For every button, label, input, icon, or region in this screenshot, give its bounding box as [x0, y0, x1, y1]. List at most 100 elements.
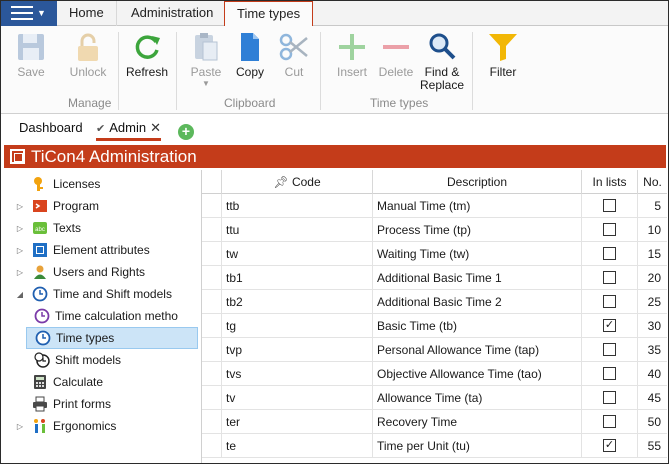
in-lists-checkbox[interactable]: [603, 295, 616, 308]
cell-no[interactable]: 30: [638, 314, 667, 338]
cell-description[interactable]: Recovery Time: [373, 410, 582, 434]
close-icon[interactable]: ✕: [150, 120, 161, 135]
tab-administration[interactable]: Administration: [119, 0, 227, 26]
row-selector[interactable]: [202, 218, 222, 242]
paste-button[interactable]: Paste ▼: [186, 30, 226, 108]
in-lists-checkbox[interactable]: [603, 223, 616, 236]
in-lists-checkbox-checked[interactable]: ✓: [603, 319, 616, 332]
cell-no[interactable]: 5: [638, 194, 667, 218]
tree-item-time-calculation-metho[interactable]: Time calculation metho: [34, 305, 194, 327]
tab-home[interactable]: Home: [57, 0, 117, 26]
cell-description[interactable]: Personal Allowance Time (tap): [373, 338, 582, 362]
column-header-description[interactable]: Description: [373, 170, 582, 194]
cell-code[interactable]: ttb: [222, 194, 373, 218]
table-row[interactable]: tvs Objective Allowance Time (tao) 40: [202, 362, 667, 386]
app-menu-button[interactable]: ▼: [0, 0, 57, 26]
in-lists-checkbox[interactable]: [603, 247, 616, 260]
cell-no[interactable]: 35: [638, 338, 667, 362]
cell-code[interactable]: te: [222, 434, 373, 458]
row-selector[interactable]: [202, 290, 222, 314]
insert-button[interactable]: Insert: [333, 30, 371, 108]
in-lists-checkbox[interactable]: [603, 367, 616, 380]
cell-code[interactable]: tv: [222, 386, 373, 410]
collapse-icon[interactable]: ◢: [14, 290, 26, 299]
expand-icon[interactable]: ▷: [14, 202, 26, 211]
cell-description[interactable]: Additional Basic Time 1: [373, 266, 582, 290]
add-tab-icon[interactable]: +: [178, 124, 194, 140]
tab-admin[interactable]: ✔ Admin ✕: [96, 120, 161, 141]
tree-item-shift-models[interactable]: Shift models: [34, 349, 194, 371]
tree-item-program[interactable]: ▷ Program: [14, 195, 194, 217]
tree-item-users-and-rights[interactable]: ▷ Users and Rights: [14, 261, 194, 283]
tab-dashboard[interactable]: Dashboard: [19, 120, 83, 135]
cell-description[interactable]: Objective Allowance Time (tao): [373, 362, 582, 386]
in-lists-checkbox[interactable]: [603, 271, 616, 284]
cut-button[interactable]: Cut: [276, 30, 312, 108]
tree-item-licenses[interactable]: Licenses: [14, 173, 194, 195]
cell-code[interactable]: tw: [222, 242, 373, 266]
cell-no[interactable]: 15: [638, 242, 667, 266]
cell-code[interactable]: tvs: [222, 362, 373, 386]
cell-code[interactable]: tb2: [222, 290, 373, 314]
table-row[interactable]: tw Waiting Time (tw) 15: [202, 242, 667, 266]
in-lists-checkbox[interactable]: [603, 391, 616, 404]
expand-icon[interactable]: ▷: [14, 422, 26, 431]
cell-code[interactable]: tvp: [222, 338, 373, 362]
tree-item-print-forms[interactable]: Print forms: [14, 393, 194, 415]
row-selector[interactable]: [202, 338, 222, 362]
filter-button[interactable]: Filter: [484, 30, 522, 108]
expand-icon[interactable]: ▷: [14, 224, 26, 233]
cell-no[interactable]: 25: [638, 290, 667, 314]
cell-no[interactable]: 20: [638, 266, 667, 290]
cell-description[interactable]: Waiting Time (tw): [373, 242, 582, 266]
cell-no[interactable]: 10: [638, 218, 667, 242]
cell-code[interactable]: tg: [222, 314, 373, 338]
tree-item-calculate[interactable]: Calculate: [14, 371, 194, 393]
table-row[interactable]: tb1 Additional Basic Time 1 20: [202, 266, 667, 290]
table-row[interactable]: tb2 Additional Basic Time 2 25: [202, 290, 667, 314]
cell-description[interactable]: Allowance Time (ta): [373, 386, 582, 410]
table-row[interactable]: te Time per Unit (tu) ✓ 55: [202, 434, 667, 458]
save-button[interactable]: Save: [12, 30, 50, 108]
cell-no[interactable]: 50: [638, 410, 667, 434]
cell-code[interactable]: ttu: [222, 218, 373, 242]
tree-item-texts[interactable]: ▷ abc Texts: [14, 217, 194, 239]
cell-code[interactable]: tb1: [222, 266, 373, 290]
refresh-button[interactable]: Refresh: [124, 30, 170, 108]
row-selector[interactable]: [202, 242, 222, 266]
in-lists-checkbox[interactable]: [603, 343, 616, 356]
in-lists-checkbox[interactable]: [603, 415, 616, 428]
cell-description[interactable]: Additional Basic Time 2: [373, 290, 582, 314]
table-row[interactable]: ttb Manual Time (tm) 5: [202, 194, 667, 218]
tree-item-time-types[interactable]: Time types: [26, 327, 198, 349]
tree-item-element-attributes[interactable]: ▷ Element attributes: [14, 239, 194, 261]
expand-icon[interactable]: ▷: [14, 268, 26, 277]
row-selector[interactable]: [202, 386, 222, 410]
cell-no[interactable]: 45: [638, 386, 667, 410]
tree-item-ergonomics[interactable]: ▷ Ergonomics: [14, 415, 194, 437]
cell-no[interactable]: 55: [638, 434, 667, 458]
expand-icon[interactable]: ▷: [14, 246, 26, 255]
tree-item-time-and-shift-models[interactable]: ◢ Time and Shift models: [14, 283, 194, 305]
table-row[interactable]: tv Allowance Time (ta) 45: [202, 386, 667, 410]
row-selector[interactable]: [202, 266, 222, 290]
row-selector[interactable]: [202, 410, 222, 434]
table-row[interactable]: tg Basic Time (tb) ✓ 30: [202, 314, 667, 338]
column-header-in-lists[interactable]: In lists: [582, 170, 638, 194]
table-row[interactable]: ter Recovery Time 50: [202, 410, 667, 434]
row-selector[interactable]: [202, 194, 222, 218]
row-selector[interactable]: [202, 314, 222, 338]
column-header-no[interactable]: No.: [638, 170, 667, 194]
row-selector[interactable]: [202, 434, 222, 458]
table-row[interactable]: ttu Process Time (tp) 10: [202, 218, 667, 242]
cell-description[interactable]: Basic Time (tb): [373, 314, 582, 338]
column-header-code[interactable]: 📌︎ Code: [222, 170, 373, 194]
cell-code[interactable]: ter: [222, 410, 373, 434]
cell-no[interactable]: 40: [638, 362, 667, 386]
in-lists-checkbox[interactable]: [603, 199, 616, 212]
in-lists-checkbox-checked[interactable]: ✓: [603, 439, 616, 452]
cell-description[interactable]: Time per Unit (tu): [373, 434, 582, 458]
cell-description[interactable]: Process Time (tp): [373, 218, 582, 242]
tab-time-types[interactable]: Time types: [224, 1, 314, 28]
cell-description[interactable]: Manual Time (tm): [373, 194, 582, 218]
